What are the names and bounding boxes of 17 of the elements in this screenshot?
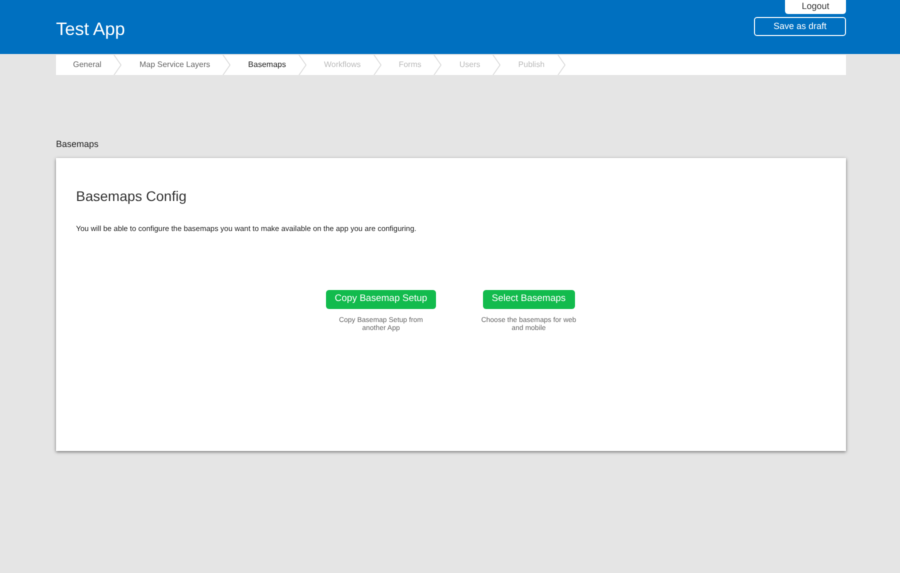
logout-button[interactable]: Logout (785, 0, 846, 14)
chevron-separator-icon (556, 55, 566, 75)
chevron-separator-icon (372, 55, 382, 75)
action-button[interactable]: Select Basemaps (482, 290, 575, 309)
section-title: Basemaps (56, 138, 100, 151)
app-title: Test App (56, 18, 126, 41)
card-title: Basemaps Config (76, 188, 188, 204)
step-tab[interactable]: General (56, 55, 114, 75)
action-button[interactable]: Copy Basemap Setup (326, 290, 436, 309)
step-tab[interactable]: Map Service Layers (122, 55, 222, 75)
chevron-separator-icon (113, 55, 122, 75)
chevron-separator-icon (298, 55, 307, 75)
chevron-separator-icon (222, 55, 232, 75)
save-draft-button[interactable]: Save as draft (754, 17, 846, 36)
step-tab[interactable]: Basemaps (231, 55, 298, 75)
chevron-separator-icon (492, 55, 502, 75)
chevron-separator-icon (433, 55, 442, 75)
